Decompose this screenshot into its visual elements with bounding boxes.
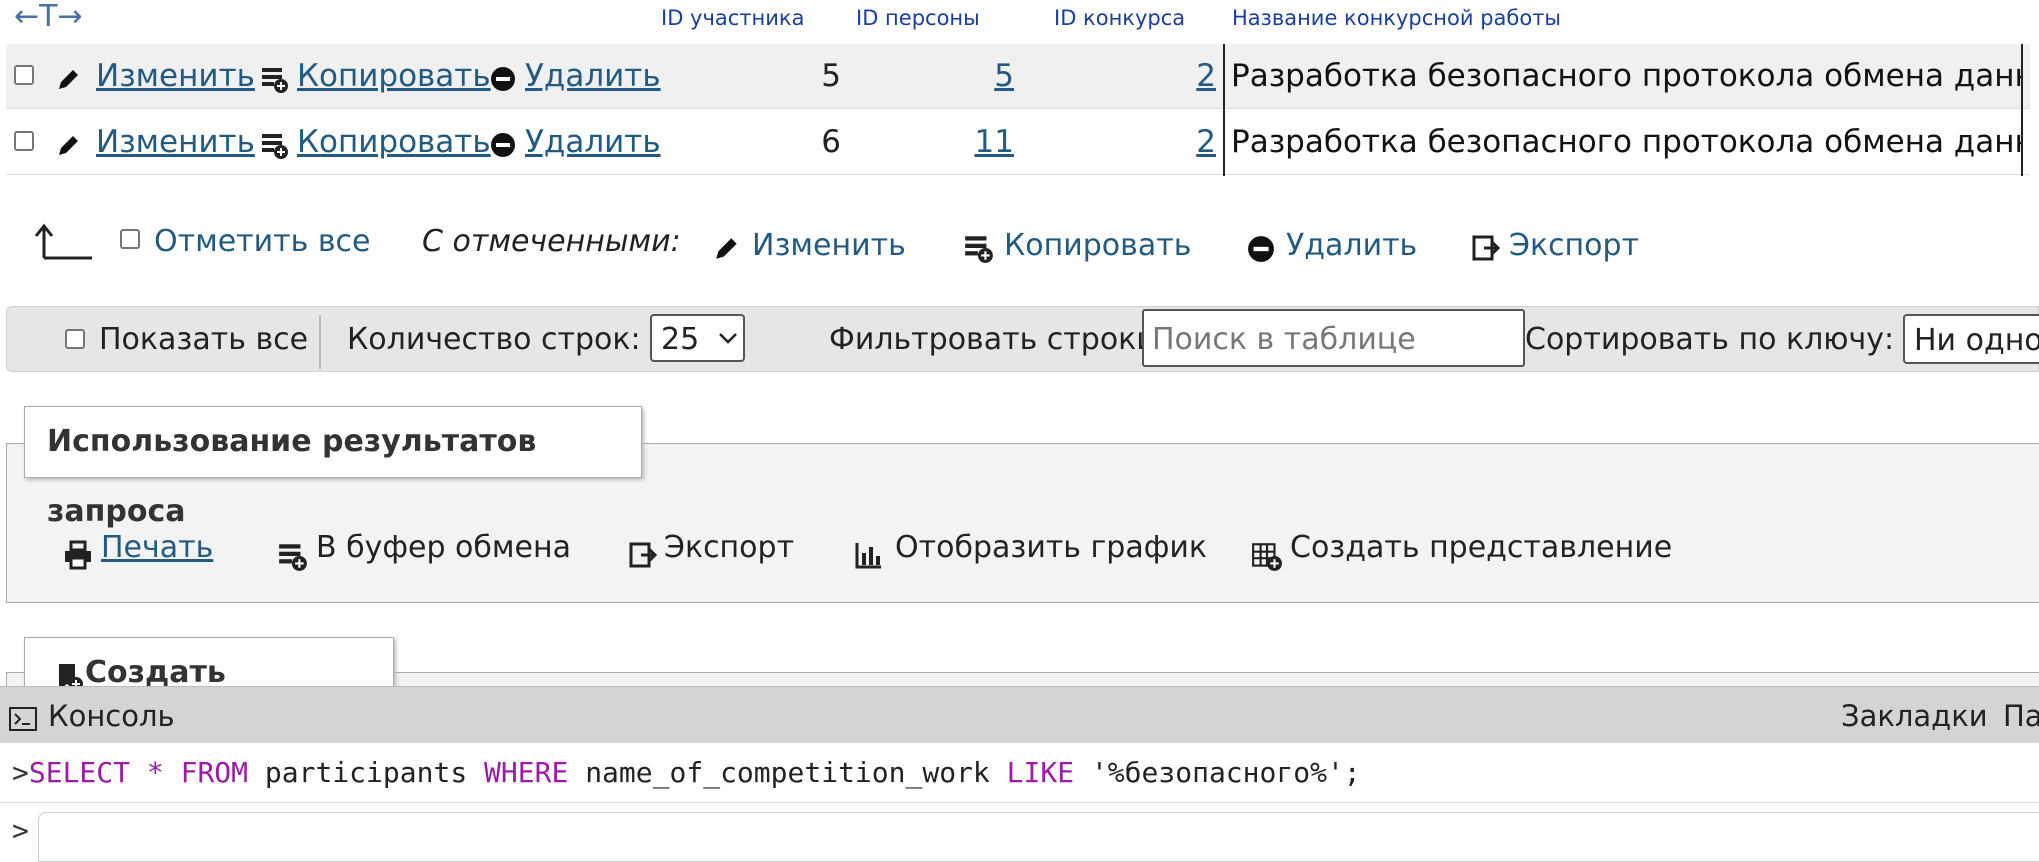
- with-selected-label: С отмеченными:: [422, 224, 681, 259]
- sql-keyword: LIKE: [1006, 756, 1075, 789]
- console-bookmarks-tab[interactable]: Закладки: [1841, 699, 1988, 733]
- pencil-icon: [56, 66, 82, 96]
- rows-count-value: 25: [661, 322, 700, 357]
- row-checkbox[interactable]: [14, 131, 34, 151]
- sql-value: '%безопасного%';: [1090, 756, 1361, 789]
- copy-icon: [260, 64, 290, 98]
- create-view-icon: [1251, 540, 1283, 576]
- show-all-checkbox[interactable]: [65, 329, 85, 349]
- filter-input[interactable]: Поиск в таблице: [1142, 309, 1525, 367]
- create-view-button[interactable]: Создать представление: [1290, 530, 1672, 565]
- column-header-work-name[interactable]: Название конкурсной работы: [1232, 6, 1561, 30]
- bookmark-icon: [55, 662, 85, 688]
- work-name-cell[interactable]: Разработка безопасного протокола обмена …: [1223, 44, 2023, 110]
- console-title[interactable]: Консоль: [48, 699, 175, 733]
- select-all-label[interactable]: Отметить все: [154, 224, 370, 259]
- rows-count-label: Количество строк:: [347, 322, 641, 357]
- column-header-competition-id[interactable]: ID конкурса: [1054, 6, 1185, 30]
- export-icon: [1470, 233, 1501, 267]
- delete-link[interactable]: Удалить: [525, 44, 661, 108]
- toolbar-divider: [319, 315, 321, 369]
- sql-table: participants: [264, 756, 468, 789]
- sql-keyword: WHERE: [484, 756, 569, 789]
- sort-key-select[interactable]: Ни одно: [1903, 314, 2039, 364]
- bulk-copy-button[interactable]: Копировать: [1004, 228, 1191, 263]
- bulk-delete-button[interactable]: Удалить: [1286, 228, 1417, 263]
- competition-id-link[interactable]: 2: [1106, 44, 1216, 108]
- copy-link[interactable]: Копировать: [297, 110, 491, 174]
- participant-id-cell[interactable]: 6: [766, 110, 841, 174]
- work-name-cell[interactable]: Разработка безопасного протокола обмена …: [1223, 110, 2023, 176]
- sort-arrows[interactable]: ←T→: [14, 0, 83, 34]
- sql-star: *: [146, 756, 164, 789]
- person-id-link[interactable]: 5: [906, 44, 1014, 108]
- select-all-checkbox[interactable]: [120, 229, 140, 249]
- table-row: Изменить Копировать Удалить 6 11 2 Разра…: [6, 110, 2030, 176]
- delete-icon: [1247, 235, 1275, 267]
- edit-link[interactable]: Изменить: [96, 44, 255, 108]
- console-toolbar[interactable]: Консоль Закладки Па: [0, 686, 2039, 743]
- delete-link[interactable]: Удалить: [525, 110, 661, 174]
- rows-count-select[interactable]: 25: [650, 314, 745, 362]
- delete-icon: [490, 66, 516, 96]
- console-history-line[interactable]: >SELECT * FROM participants WHERE name_o…: [12, 756, 1361, 789]
- terminal-icon: [9, 704, 37, 738]
- export-icon: [627, 540, 658, 574]
- copy-icon: [260, 130, 290, 164]
- export-button[interactable]: Экспорт: [664, 530, 794, 565]
- show-all-label[interactable]: Показать все: [99, 322, 308, 357]
- pencil-icon: [56, 132, 82, 162]
- competition-id-link[interactable]: 2: [1106, 110, 1216, 174]
- bar-chart-icon: [855, 541, 883, 573]
- sql-column: name_of_competition_work: [585, 756, 990, 789]
- console-input-prompt: >: [12, 814, 29, 847]
- bulk-edit-button[interactable]: Изменить: [752, 228, 906, 263]
- display-chart-button[interactable]: Отобразить график: [895, 530, 1207, 565]
- row-checkbox[interactable]: [14, 65, 34, 85]
- pencil-icon: [713, 234, 741, 266]
- chevron-down-icon: [718, 330, 738, 349]
- edit-link[interactable]: Изменить: [96, 110, 255, 174]
- person-id-link[interactable]: 11: [906, 110, 1014, 174]
- participant-id-cell[interactable]: 5: [766, 44, 841, 108]
- column-header-participant-id[interactable]: ID участника: [661, 6, 804, 30]
- copy-icon: [963, 232, 995, 268]
- bulk-export-button[interactable]: Экспорт: [1509, 228, 1639, 263]
- bookmark-legend: Создать закладку: [24, 637, 394, 689]
- query-results-legend: Использование результатов запроса: [24, 406, 642, 529]
- filter-label: Фильтровать строки:: [829, 322, 1166, 357]
- sort-label: Сортировать по ключу:: [1525, 322, 1895, 357]
- clipboard-icon: [277, 540, 309, 576]
- navigation-toolbar: Показать все Количество строк: 25 Фильтр…: [6, 306, 2039, 372]
- table-row: Изменить Копировать Удалить 5 5 2 Разраб…: [6, 44, 2030, 110]
- copy-link[interactable]: Копировать: [297, 44, 491, 108]
- column-header-person-id[interactable]: ID персоны: [856, 6, 980, 30]
- bookmark-legend-label: Создать закладку: [85, 655, 226, 689]
- console-panel: Консоль Закладки Па >SELECT * FROM parti…: [0, 686, 2039, 862]
- clipboard-button[interactable]: В буфер обмена: [316, 530, 571, 565]
- delete-icon: [490, 132, 516, 162]
- sort-key-value: Ни одно: [1914, 323, 2039, 358]
- sql-keyword: SELECT: [28, 756, 131, 789]
- arrow-up-left-icon: [34, 222, 94, 264]
- filter-placeholder: Поиск в таблице: [1152, 322, 1416, 357]
- console-prompt: >: [12, 756, 29, 789]
- console-next-tab[interactable]: Па: [2003, 699, 2039, 733]
- console-input[interactable]: [38, 812, 2039, 862]
- sql-keyword: FROM: [180, 756, 249, 789]
- console-divider: [0, 802, 2039, 803]
